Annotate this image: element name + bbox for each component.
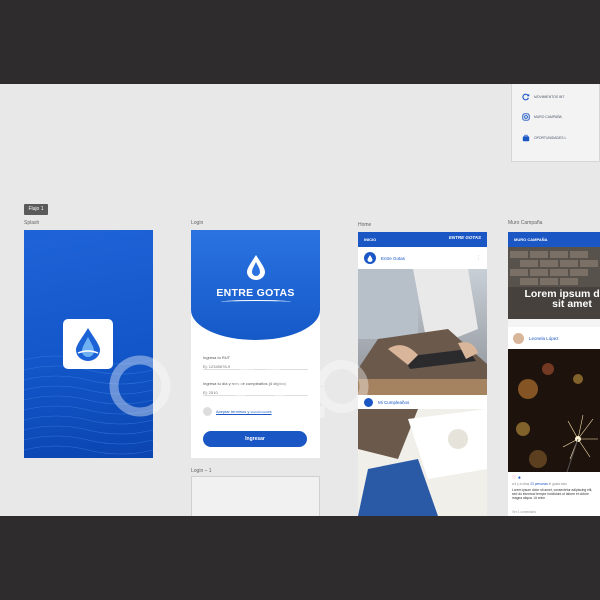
water-drop-icon [76, 328, 100, 361]
post-photo[interactable] [358, 269, 487, 399]
more-options-icon[interactable]: ⋮ [476, 255, 481, 261]
hero-title: Lorem ipsum dolor sit amet [524, 288, 600, 310]
terms-link[interactable]: Aceptar términos y condiciones [216, 409, 272, 414]
artboard-label-splash: Splash [24, 220, 40, 226]
flow-label[interactable]: Flujo 1 [24, 204, 48, 215]
post-author[interactable]: Entre Gotas [381, 256, 405, 261]
muro-post-footer: ♡ ● a ti y a otras 23 personas le gusta … [508, 472, 600, 516]
submit-button[interactable]: Ingresar [203, 431, 307, 447]
side-menu-panel: MOVIMIENTOS INT MURO CAMPAÑA OPORTUNIDAD… [511, 84, 600, 162]
login-header: ENTRE GOTAS [191, 230, 320, 340]
artboard-label-home: Home [358, 222, 372, 228]
birthday-label: Ingresa tu día y mes de cumpleaños (4 dí… [203, 381, 287, 386]
menu-item-oportunidades[interactable]: OPORTUNIDADES L [522, 133, 566, 143]
comments-link[interactable]: Ver 1 comentario [512, 510, 536, 514]
post-body: Lorem ipsum dolor sit amet, consectetur … [512, 488, 593, 501]
refresh-icon [522, 93, 530, 101]
briefcase-icon [522, 134, 530, 142]
water-drop-logo-icon [247, 255, 265, 280]
water-drop-icon [367, 254, 373, 262]
avatar[interactable] [364, 252, 376, 264]
second-post-author[interactable]: Mi Cumpleaños [378, 400, 409, 405]
post-header: Entre Gotas ⋮ [358, 247, 487, 269]
login-artboard[interactable]: ENTRE GOTAS Ingresa tu RUT Ingresa tu dí… [191, 230, 320, 458]
rut-input[interactable] [203, 363, 308, 370]
post-header: Leonela López [508, 327, 600, 349]
post-author[interactable]: Leonela López [529, 336, 559, 341]
brand-title: ENTRE GOTAS [216, 287, 295, 299]
avatar[interactable] [513, 332, 524, 344]
reaction-icons: ♡ ● [512, 475, 521, 481]
avatar[interactable] [364, 397, 373, 407]
terms-checkbox[interactable] [203, 407, 212, 416]
topbar-title: INICIO [364, 237, 377, 242]
birthday-input[interactable] [203, 389, 308, 396]
instagram-icon [522, 113, 530, 121]
brand-swoosh [221, 300, 291, 304]
topbar-logo: ENTRE GOTAS [448, 235, 481, 240]
design-canvas: MOVIMIENTOS INT MURO CAMPAÑA OPORTUNIDAD… [0, 84, 600, 516]
home-topbar: INICIO ENTRE GOTAS [358, 232, 487, 247]
likes-suffix: le gusta esto [548, 482, 567, 486]
artboard-label-login-1: Login – 1 [191, 468, 212, 474]
menu-item-label: MURO CAMPAÑA [534, 115, 562, 119]
artboard-label-login: Login [191, 220, 204, 226]
likes-count[interactable]: 23 personas [530, 482, 548, 486]
likes-prefix: a ti y a otras [512, 482, 530, 486]
comment-icon[interactable]: ● [518, 475, 521, 481]
menu-item-muro[interactable]: MURO CAMPAÑA [522, 112, 562, 122]
rut-label: Ingresa tu RUT [203, 355, 231, 360]
second-post-photo[interactable] [358, 409, 487, 516]
muro-topbar: MURO CAMPAÑA [508, 232, 600, 247]
menu-item-label: MOVIMIENTOS INT [534, 95, 565, 99]
app-icon [63, 319, 113, 369]
menu-item-movimientos[interactable]: MOVIMIENTOS INT [522, 92, 564, 102]
heart-icon[interactable]: ♡ [512, 475, 516, 481]
login-1-artboard[interactable] [191, 476, 320, 516]
menu-item-label: OPORTUNIDADES L [534, 136, 567, 140]
likes-summary: a ti y a otras 23 personas le gusta esto [512, 482, 567, 486]
terms-row[interactable]: Aceptar términos y condiciones [203, 407, 272, 416]
splash-artboard[interactable] [24, 230, 153, 458]
topbar-title: MURO CAMPAÑA [514, 237, 548, 242]
campaign-hero[interactable]: Lorem ipsum dolor sit amet [508, 247, 600, 319]
office-photo [358, 409, 487, 516]
artboard-label-muro: Muro Campaña [508, 220, 543, 226]
tablet-photo [358, 269, 487, 399]
second-post-header: Mi Cumpleaños [358, 395, 487, 409]
